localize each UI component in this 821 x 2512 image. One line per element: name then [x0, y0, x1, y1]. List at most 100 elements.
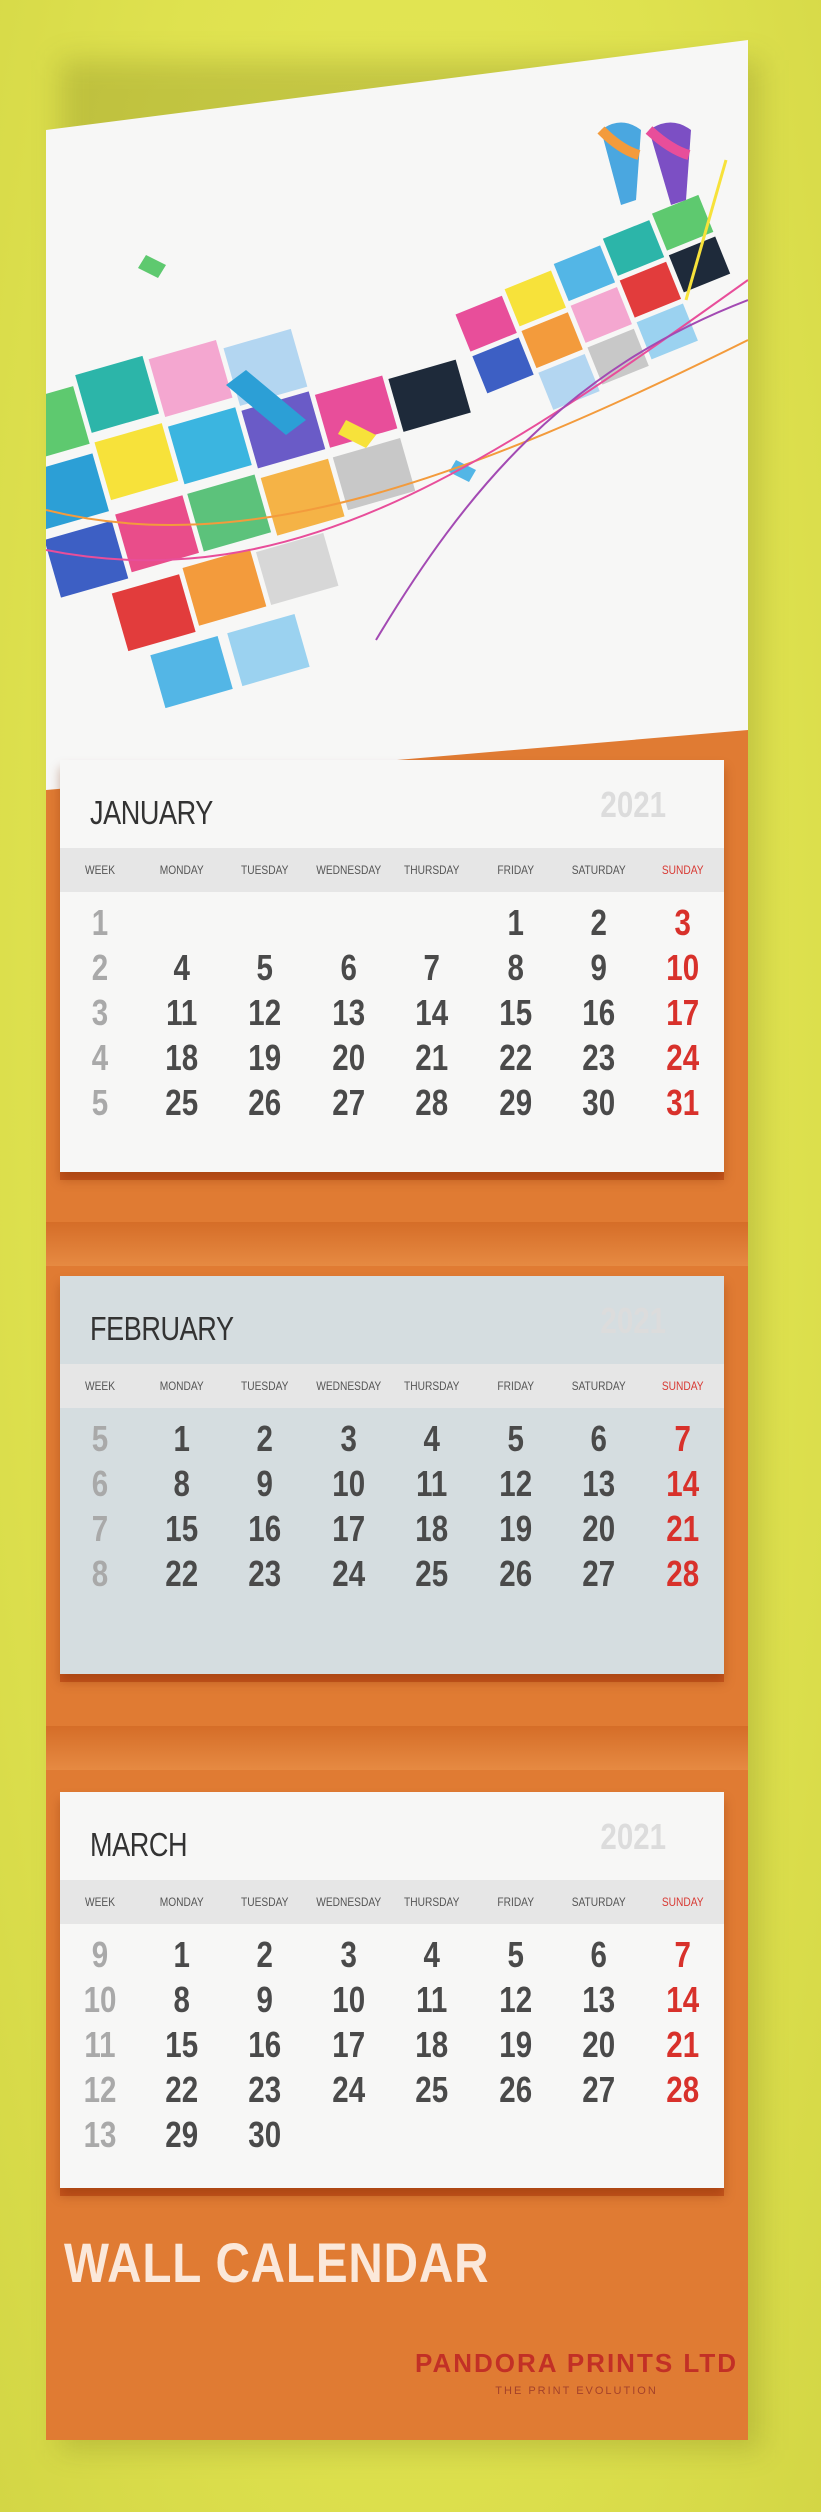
weekday-label: FRIDAY: [497, 863, 534, 877]
month-name: FEBRUARY: [90, 1310, 234, 1347]
date-cell: 27: [582, 1553, 616, 1594]
date-cell: 14: [665, 1979, 699, 2020]
date-grid: 5 1 2 3 4 5 6 7 6 8 9 10 11 12 13 14 7 15 16 17 18 19 20 21 8 22 2…: [60, 1416, 724, 1596]
date-cell: 18: [165, 1037, 199, 1078]
week-number: 2: [91, 947, 109, 988]
date-cell: [565, 2112, 633, 2157]
date-cell: 21: [415, 1037, 449, 1078]
date-cell: 8: [173, 1463, 190, 1504]
date-cell: 25: [415, 1553, 449, 1594]
month-name: JANUARY: [90, 794, 213, 831]
date-cell: 18: [415, 1508, 449, 1549]
date-cell: 3: [340, 1934, 357, 1975]
date-cell: 17: [665, 992, 699, 1033]
date-cell: [481, 2112, 549, 2157]
date-cell: 20: [582, 2024, 616, 2065]
weekday-label: MONDAY: [159, 1895, 204, 1909]
month-header: MARCH 2021: [60, 1792, 724, 1880]
date-cell: 23: [582, 1037, 616, 1078]
year-label: 2021: [600, 784, 666, 825]
weekday-label: FRIDAY: [497, 1379, 534, 1393]
brand-block: PANDORA PRINTS LTD THE PRINT EVOLUTION: [415, 2348, 738, 2397]
date-cell: 1: [173, 1934, 190, 1975]
date-cell: 12: [248, 992, 282, 1033]
date-cell: 29: [165, 2114, 199, 2155]
date-cell: 22: [498, 1037, 532, 1078]
date-cell: 4: [423, 1934, 441, 1975]
date-cell: 29: [498, 1082, 532, 1123]
date-cell: 13: [582, 1463, 616, 1504]
date-cell: 18: [415, 2024, 449, 2065]
week-number: 5: [91, 1418, 109, 1459]
brand-tagline: THE PRINT EVOLUTION: [495, 2385, 658, 2397]
date-grid: 9 1 2 3 4 5 6 7 10 8 9 10 11 12 13 14 11 15 16 17 18 19 20 21 12…: [60, 1932, 724, 2157]
date-cell: [398, 2112, 466, 2157]
date-cell: 10: [332, 1463, 365, 1504]
week-number: 13: [83, 2114, 117, 2155]
date-cell: 23: [248, 2069, 282, 2110]
date-cell: 11: [416, 1979, 448, 2020]
date-cell: 2: [256, 1934, 274, 1975]
date-cell: 15: [498, 992, 532, 1033]
date-cell: 4: [173, 947, 190, 988]
month-header: FEBRUARY 2021: [60, 1276, 724, 1364]
date-cell: [148, 900, 216, 945]
month-pad-february: FEBRUARY 2021 WEEK MONDAY TUESDAY WEDNESDAY TH…: [60, 1276, 724, 1674]
weekday-header-row: WEEK MONDAY TUESDAY WEDNESDAY THURSDAY FRIDAY…: [60, 1880, 724, 1924]
date-cell: [314, 900, 382, 945]
date-cell: 9: [590, 947, 608, 988]
weekday-label: SUNDAY: [661, 863, 704, 877]
date-cell: 20: [582, 1508, 616, 1549]
date-cell: 21: [665, 1508, 699, 1549]
week-number: 6: [91, 1463, 109, 1504]
date-cell: 26: [498, 2069, 532, 2110]
weekday-label: WEEK: [84, 1379, 116, 1393]
date-cell: 19: [498, 2024, 532, 2065]
week-number: 12: [83, 2069, 117, 2110]
date-cell: 1: [173, 1418, 190, 1459]
date-cell: 17: [332, 2024, 365, 2065]
date-cell: 5: [507, 1418, 524, 1459]
date-cell: 26: [498, 1553, 532, 1594]
date-cell: 6: [340, 947, 357, 988]
date-cell: 26: [248, 1082, 282, 1123]
date-cell: 24: [665, 1037, 699, 1078]
date-cell: [398, 900, 466, 945]
brand-name: PANDORA PRINTS LTD: [415, 2348, 738, 2378]
year-label: 2021: [600, 1816, 666, 1857]
date-cell: 15: [165, 2024, 199, 2065]
weekday-header-row: WEEK MONDAY TUESDAY WEDNESDAY THURSDAY FRIDAY…: [60, 1364, 724, 1408]
weekday-label: SUNDAY: [661, 1379, 704, 1393]
date-cell: 9: [256, 1463, 274, 1504]
date-cell: 3: [674, 902, 691, 943]
date-cell: 16: [248, 2024, 282, 2065]
date-cell: 7: [674, 1418, 691, 1459]
weekday-label: SATURDAY: [571, 1895, 626, 1909]
date-cell: 4: [423, 1418, 441, 1459]
month-name: MARCH: [90, 1826, 188, 1863]
date-cell: 20: [332, 1037, 365, 1078]
date-cell: 2: [590, 902, 608, 943]
date-cell: 12: [498, 1463, 532, 1504]
weekday-label: TUESDAY: [241, 863, 289, 877]
weekday-label: WEDNESDAY: [316, 1379, 382, 1393]
weekday-label: SATURDAY: [571, 1379, 626, 1393]
date-cell: 23: [248, 1553, 282, 1594]
week-number: 9: [91, 1934, 109, 1975]
week-number: 4: [91, 1037, 109, 1078]
date-cell: 30: [582, 1082, 616, 1123]
weekday-label: SATURDAY: [571, 863, 626, 877]
date-cell: 27: [582, 2069, 616, 2110]
date-cell: 8: [507, 947, 524, 988]
date-cell: 12: [498, 1979, 532, 2020]
date-cell: 2: [256, 1418, 274, 1459]
year-label: 2021: [600, 1300, 666, 1341]
date-cell: 15: [165, 1508, 199, 1549]
board-fold: [46, 1726, 748, 1770]
weekday-label: THURSDAY: [404, 1895, 460, 1909]
weekday-label: WEEK: [84, 863, 116, 877]
month-pad-march: MARCH 2021 WEEK MONDAY TUESDAY WEDNESDAY THURS…: [60, 1792, 724, 2188]
date-cell: 9: [256, 1979, 274, 2020]
date-cell: 16: [248, 1508, 282, 1549]
weekday-label: MONDAY: [159, 863, 204, 877]
